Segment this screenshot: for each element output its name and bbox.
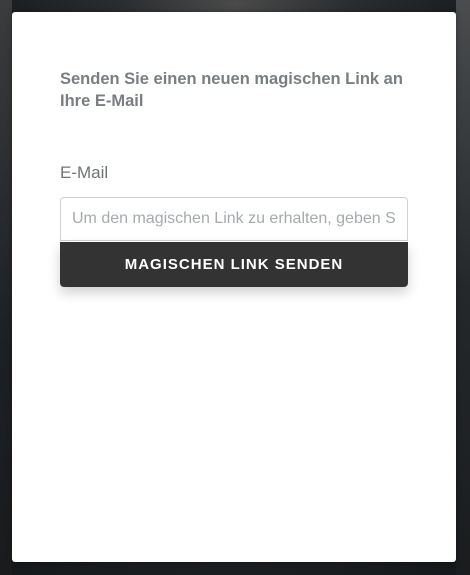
magic-link-card: Senden Sie einen neuen magischen Link an… <box>12 12 456 562</box>
form-heading: Senden Sie einen neuen magischen Link an… <box>60 70 403 110</box>
backdrop-left <box>0 0 12 575</box>
backdrop-right <box>456 0 470 575</box>
email-input[interactable] <box>60 197 408 241</box>
email-label: E-Mail <box>60 163 109 182</box>
send-magic-link-button[interactable]: MAGISCHEN LINK SENDEN <box>60 242 408 287</box>
